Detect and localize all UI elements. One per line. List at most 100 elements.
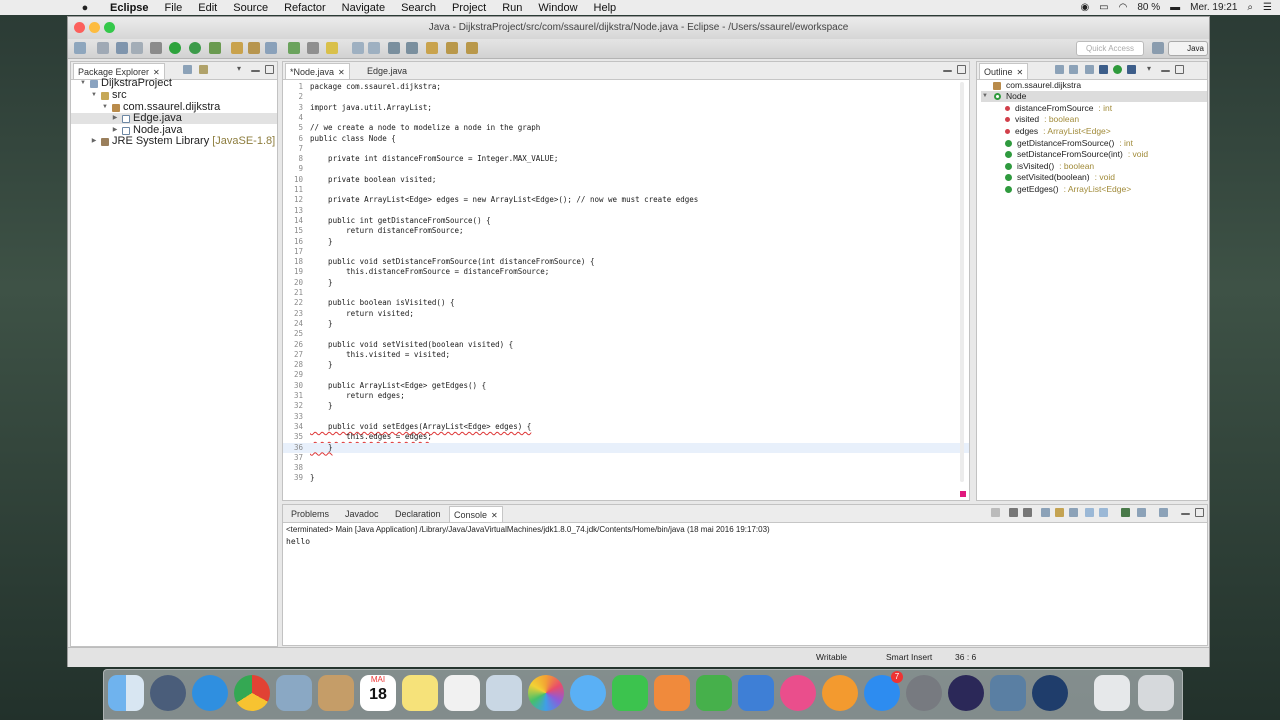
code-text[interactable]: this.edges = edges; — [310, 432, 432, 442]
expanded-arrow-icon[interactable]: ▼ — [101, 102, 109, 113]
code-line[interactable]: 15 return distanceFromSource; — [283, 226, 969, 236]
code-line[interactable]: 34 public void setEdges(ArrayList<Edge> … — [283, 422, 969, 432]
hide-fields-icon[interactable] — [1055, 65, 1064, 74]
code-text[interactable]: private ArrayList<Edge> edges = new Arra… — [310, 195, 698, 205]
code-line[interactable]: 29 — [283, 370, 969, 380]
code-line[interactable]: 8 private int distanceFromSource = Integ… — [283, 154, 969, 164]
outline-member[interactable]: edges : ArrayList<Edge> — [1005, 126, 1111, 137]
new-package-icon[interactable] — [248, 42, 260, 54]
menu-eclipse[interactable]: Eclipse — [102, 2, 157, 14]
remove-launch-icon[interactable] — [1009, 508, 1018, 517]
code-text[interactable]: package com.ssaurel.dijkstra; — [310, 82, 441, 92]
code-line[interactable]: 36 } — [283, 442, 969, 453]
chrome-icon[interactable] — [234, 675, 270, 711]
preview-icon[interactable] — [486, 675, 522, 711]
outline-package[interactable]: com.ssaurel.dijkstra — [993, 80, 1081, 91]
quicktime-icon[interactable] — [1032, 675, 1068, 711]
search-icon[interactable] — [307, 42, 319, 54]
toggle-block-icon[interactable] — [352, 42, 364, 54]
open-perspective-icon[interactable] — [1152, 42, 1164, 54]
messages-icon[interactable] — [570, 675, 606, 711]
minimize-window-button[interactable] — [89, 22, 100, 33]
close-icon[interactable]: ✕ — [491, 511, 498, 520]
tab-console[interactable]: Console ✕ — [449, 506, 503, 522]
focus-icon[interactable] — [1127, 65, 1136, 74]
code-line[interactable]: 32 } — [283, 401, 969, 411]
show-on-stdout-icon[interactable] — [1085, 508, 1094, 517]
apple-menu-icon[interactable]: ● — [78, 2, 92, 14]
collapsed-arrow-icon[interactable]: ▶ — [90, 136, 98, 147]
menu-navigate[interactable]: Navigate — [334, 2, 393, 14]
outline-member[interactable]: distanceFromSource : int — [1005, 103, 1112, 114]
run-external-icon[interactable] — [189, 42, 201, 54]
outline-member[interactable]: getDistanceFromSource() : int — [1005, 138, 1133, 149]
minimize-icon[interactable] — [1181, 513, 1190, 515]
coverage-icon[interactable] — [209, 42, 221, 54]
code-line[interactable]: 6 public class Node { — [283, 134, 969, 144]
run-icon[interactable] — [169, 42, 181, 54]
clock[interactable]: Mer. 19:21 — [1190, 2, 1237, 13]
maximize-icon[interactable] — [1175, 65, 1184, 74]
sort-icon[interactable] — [1069, 65, 1078, 74]
code-line[interactable]: 5 // we create a node to modelize a node … — [283, 123, 969, 133]
code-text[interactable]: } — [310, 473, 315, 483]
zoom-window-button[interactable] — [104, 22, 115, 33]
tab-javadoc[interactable]: Javadoc — [341, 506, 383, 522]
trash-icon[interactable] — [1138, 675, 1174, 711]
menu-refactor[interactable]: Refactor — [276, 2, 334, 14]
collapse-all-icon[interactable] — [183, 65, 192, 74]
tab-problems[interactable]: Problems — [287, 506, 333, 522]
next-annotation-icon[interactable] — [388, 42, 400, 54]
code-line[interactable]: 2 — [283, 92, 969, 102]
last-edit-icon[interactable] — [426, 42, 438, 54]
mark-occurrences-icon[interactable] — [326, 42, 338, 54]
code-line[interactable]: 12 private ArrayList<Edge> edges = new A… — [283, 195, 969, 205]
minimize-icon[interactable] — [1161, 70, 1170, 72]
facetime-icon[interactable] — [612, 675, 648, 711]
scroll-lock-icon[interactable] — [1055, 508, 1064, 517]
record-icon[interactable]: ◉ — [1080, 2, 1089, 13]
menu-run[interactable]: Run — [494, 2, 530, 14]
debug-icon[interactable] — [150, 42, 162, 54]
code-line[interactable]: 22 public boolean isVisited() { — [283, 298, 969, 308]
collapsed-arrow-icon[interactable]: ▶ — [111, 113, 119, 124]
photos-icon[interactable] — [528, 675, 564, 711]
code-text[interactable]: } — [310, 237, 333, 247]
keynote-icon[interactable] — [738, 675, 774, 711]
display-console-icon[interactable] — [1137, 508, 1146, 517]
system-preferences-icon[interactable] — [906, 675, 942, 711]
menu-help[interactable]: Help — [586, 2, 625, 14]
airplay-icon[interactable]: ▭ — [1099, 2, 1108, 13]
code-line[interactable]: 30 public ArrayList<Edge> getEdges() { — [283, 381, 969, 391]
tree-item-jre[interactable]: ▶ JRE System Library [JavaSE-1.8] — [90, 136, 276, 147]
itunes-icon[interactable] — [780, 675, 816, 711]
code-text[interactable]: } — [310, 401, 333, 411]
error-marker-icon[interactable] — [960, 491, 966, 497]
menu-edit[interactable]: Edit — [190, 2, 225, 14]
view-menu-icon[interactable]: ▾ — [237, 65, 246, 74]
safari-icon[interactable] — [192, 675, 228, 711]
code-line[interactable]: 27 this.visited = visited; — [283, 350, 969, 360]
code-line[interactable]: 13 — [283, 206, 969, 216]
code-text[interactable]: public int getDistanceFromSource() { — [310, 216, 491, 226]
terminate-icon[interactable] — [991, 508, 1000, 517]
code-line[interactable]: 1 package com.ssaurel.dijkstra; — [283, 82, 969, 92]
code-line[interactable]: 24 } — [283, 319, 969, 329]
code-line[interactable]: 11 — [283, 185, 969, 195]
code-line[interactable]: 4 — [283, 113, 969, 123]
code-text[interactable]: return visited; — [310, 309, 414, 319]
launchpad-icon[interactable] — [150, 675, 186, 711]
code-text[interactable]: this.visited = visited; — [310, 350, 450, 360]
mail-icon[interactable] — [276, 675, 312, 711]
code-text[interactable]: private boolean visited; — [310, 175, 436, 185]
documents-stack-icon[interactable] — [1094, 675, 1130, 711]
tree-item-src[interactable]: ▼ src — [90, 90, 127, 101]
code-text[interactable]: public class Node { — [310, 134, 396, 144]
maximize-icon[interactable] — [1195, 508, 1204, 517]
code-text[interactable]: public void setVisited(boolean visited) … — [310, 340, 513, 350]
pages-icon[interactable] — [654, 675, 690, 711]
show-on-stderr-icon[interactable] — [1099, 508, 1108, 517]
code-text[interactable]: private int distanceFromSource = Integer… — [310, 154, 558, 164]
code-text[interactable]: } — [310, 278, 333, 288]
battery-percent[interactable]: 80 % — [1137, 2, 1160, 13]
